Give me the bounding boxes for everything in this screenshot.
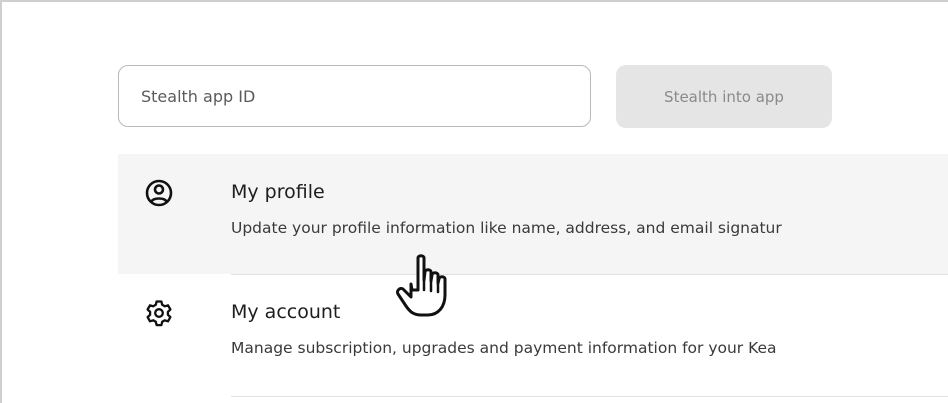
menu-item-description: Manage subscription, upgrades and paymen…: [231, 339, 777, 357]
stealth-into-app-button[interactable]: Stealth into app: [616, 65, 832, 128]
menu-item-my-profile[interactable]: My profile Update your profile informati…: [118, 154, 948, 274]
user-circle-icon: [145, 179, 173, 207]
menu-item-title: My account: [231, 301, 341, 323]
menu-item-title: My profile: [231, 181, 325, 203]
menu-item-description: Update your profile information like nam…: [231, 219, 782, 237]
gear-icon: [146, 300, 172, 327]
stealth-app-id-input[interactable]: [118, 65, 591, 127]
menu-item-my-account[interactable]: My account Manage subscription, upgrades…: [118, 274, 948, 394]
divider: [231, 396, 948, 397]
settings-panel: Stealth into app My profile Update your …: [0, 0, 948, 403]
